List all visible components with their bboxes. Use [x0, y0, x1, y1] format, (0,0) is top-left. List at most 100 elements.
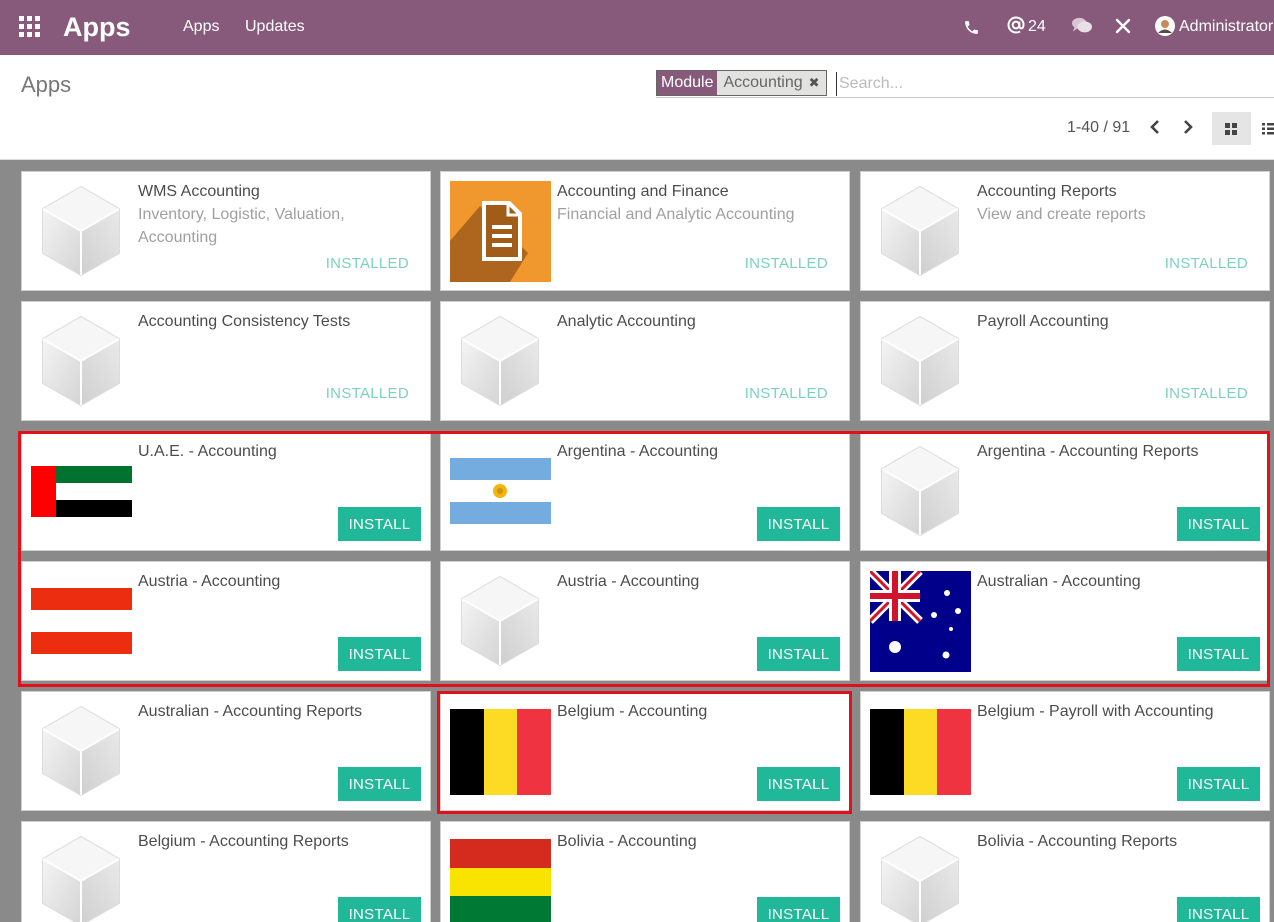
app-card[interactable]: Austria - Accounting INSTALL	[440, 561, 850, 681]
app-card[interactable]: Belgium - Payroll with Accounting INSTALL	[860, 691, 1270, 811]
app-card[interactable]: Belgium - Accounting Reports INSTALL	[21, 821, 431, 922]
search-facet[interactable]: Module Accounting ✖	[656, 70, 827, 96]
messages-count[interactable]: 24	[1028, 18, 1046, 36]
flag-uae-icon	[31, 466, 132, 517]
installed-status: INSTALLED	[325, 385, 409, 402]
user-name[interactable]: Administrator	[1179, 18, 1273, 36]
app-name[interactable]: Belgium - Accounting Reports	[138, 830, 349, 853]
app-logo	[31, 181, 132, 282]
app-name[interactable]: Analytic Accounting	[557, 310, 696, 333]
app-card[interactable]: Austria - Accounting INSTALL	[21, 561, 431, 681]
install-button[interactable]: INSTALL	[338, 637, 421, 671]
app-card[interactable]: Argentina - Accounting Reports INSTALL	[860, 431, 1270, 551]
chat-icon[interactable]	[1071, 16, 1093, 36]
remove-facet-icon[interactable]: ✖	[809, 74, 820, 92]
apps-grid-icon[interactable]	[19, 16, 41, 38]
app-card[interactable]: Bolivia - Accounting INSTALL	[440, 821, 850, 922]
app-name[interactable]: Bolivia - Accounting Reports	[977, 830, 1177, 853]
menu-apps[interactable]: Apps	[183, 18, 219, 36]
default-module-icon	[461, 575, 539, 667]
app-card[interactable]: Payroll Accounting INSTALLED	[860, 301, 1270, 421]
app-card[interactable]: Bolivia - Accounting Reports INSTALL	[860, 821, 1270, 922]
list-view-button[interactable]	[1258, 112, 1274, 145]
installed-status: INSTALLED	[744, 385, 828, 402]
app-name[interactable]: U.A.E. - Accounting	[138, 440, 277, 463]
app-name[interactable]: Bolivia - Accounting	[557, 830, 697, 853]
search-input[interactable]	[836, 72, 1256, 96]
pager-value[interactable]: 1-40 / 91	[1067, 119, 1130, 137]
flag-bolivia-icon	[450, 839, 551, 922]
installed-status: INSTALLED	[1164, 385, 1248, 402]
install-button[interactable]: INSTALL	[757, 767, 840, 801]
app-card[interactable]: Australian - Accounting Reports INSTALL	[21, 691, 431, 811]
page-title: Apps	[21, 72, 72, 97]
app-card[interactable]: WMS Accounting Inventory, Logistic, Valua…	[21, 171, 431, 291]
control-panel: Apps Module Accounting ✖ 1-40 / 91	[0, 55, 1274, 160]
app-name[interactable]: Argentina - Accounting Reports	[977, 440, 1198, 463]
app-card[interactable]: Accounting and Finance Financial and Anal…	[440, 171, 850, 291]
default-module-icon	[881, 185, 959, 277]
accounting-document-icon	[450, 181, 551, 282]
app-card[interactable]: Australian - Accounting INSTALL	[860, 561, 1270, 681]
facet-category: Module	[657, 71, 718, 95]
app-name[interactable]: Belgium - Payroll with Accounting	[977, 700, 1214, 723]
default-module-icon	[42, 705, 120, 797]
install-button[interactable]: INSTALL	[338, 767, 421, 801]
debug-tools-icon[interactable]	[1114, 17, 1132, 35]
flag-belgium-icon	[870, 709, 971, 795]
app-name[interactable]: WMS Accounting	[138, 180, 260, 203]
app-logo	[31, 701, 132, 802]
app-card[interactable]: Analytic Accounting INSTALLED	[440, 301, 850, 421]
default-module-icon	[461, 315, 539, 407]
install-button[interactable]: INSTALL	[757, 507, 840, 541]
app-name[interactable]: Austria - Accounting	[138, 570, 280, 593]
app-card[interactable]: Accounting Reports View and create report…	[860, 171, 1270, 291]
app-name[interactable]: Accounting and Finance	[557, 180, 729, 203]
app-logo	[867, 568, 971, 672]
app-name[interactable]: Belgium - Accounting	[557, 700, 707, 723]
install-button[interactable]: INSTALL	[1177, 767, 1260, 801]
install-button[interactable]: INSTALL	[757, 897, 840, 922]
install-button[interactable]: INSTALL	[1177, 637, 1260, 671]
install-button[interactable]: INSTALL	[757, 637, 840, 671]
menu-updates[interactable]: Updates	[245, 18, 305, 36]
at-icon[interactable]	[1006, 15, 1026, 35]
app-summary: Inventory, Logistic, Valuation, Accounti…	[138, 206, 345, 246]
install-button[interactable]: INSTALL	[1177, 897, 1260, 922]
app-card[interactable]: U.A.E. - Accounting INSTALL	[21, 431, 431, 551]
app-name[interactable]: Accounting Consistency Tests	[138, 310, 350, 333]
install-button[interactable]: INSTALL	[338, 897, 421, 922]
pager-previous-icon[interactable]	[1145, 115, 1165, 139]
kanban-view-button[interactable]	[1212, 112, 1251, 145]
app-name[interactable]: Accounting Reports	[977, 180, 1117, 203]
app-name[interactable]: Austria - Accounting	[557, 570, 699, 593]
app-logo	[450, 571, 551, 672]
app-brand[interactable]: Apps	[63, 12, 131, 43]
app-name[interactable]: Australian - Accounting Reports	[138, 700, 362, 723]
installed-status: INSTALLED	[325, 255, 409, 272]
app-name[interactable]: Australian - Accounting	[977, 570, 1141, 593]
app-card[interactable]: Accounting Consistency Tests INSTALLED	[21, 301, 431, 421]
install-button[interactable]: INSTALL	[338, 507, 421, 541]
app-name[interactable]: Argentina - Accounting	[557, 440, 718, 463]
app-logo	[870, 831, 971, 922]
phone-icon[interactable]	[963, 19, 980, 36]
app-logo	[31, 831, 132, 922]
pager-next-icon[interactable]	[1178, 115, 1198, 139]
app-logo	[31, 311, 132, 412]
app-logo	[450, 831, 551, 922]
search-bar: Module Accounting ✖	[656, 70, 1274, 98]
facet-value: Accounting	[723, 74, 803, 91]
kanban-view-icon	[1225, 123, 1237, 135]
app-card[interactable]: Argentina - Accounting INSTALL	[440, 431, 850, 551]
app-logo	[870, 311, 971, 412]
app-card[interactable]: Belgium - Accounting INSTALL	[440, 691, 850, 811]
install-button[interactable]: INSTALL	[1177, 507, 1260, 541]
default-module-icon	[881, 835, 959, 922]
app-name[interactable]: Payroll Accounting	[977, 310, 1109, 333]
flag-belgium-icon	[450, 709, 551, 795]
app-logo	[31, 571, 132, 672]
installed-status: INSTALLED	[1164, 255, 1248, 272]
default-module-icon	[881, 315, 959, 407]
user-avatar[interactable]	[1155, 16, 1175, 36]
